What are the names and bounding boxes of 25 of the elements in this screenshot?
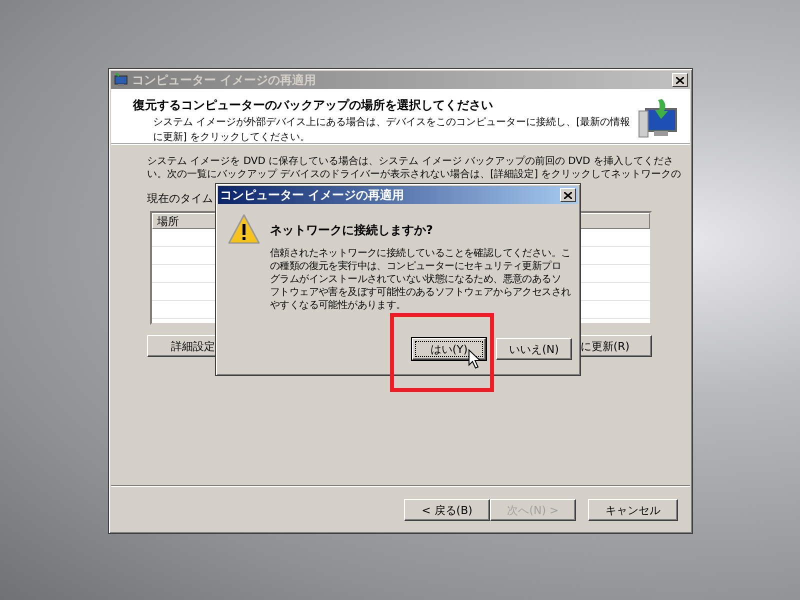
mouse-pointer-icon	[468, 349, 481, 369]
dialog-message: 信頼されたネットワークに接続していることを確認してください。こ	[270, 247, 572, 260]
header-description: システム イメージが外部デバイス上にある場合は、デバイスをこのコンピューターに接続し、[最新の情報	[152, 116, 632, 129]
close-icon	[676, 76, 684, 84]
header-description: に更新] をクリックしてください。	[152, 131, 312, 144]
instruction-text: い。次の一覧にバックアップ デバイスのドライバーが表示されない場合は、[詳細設定] をクリックしてネットワークの	[147, 168, 682, 181]
close-button[interactable]	[672, 73, 688, 87]
close-button[interactable]	[560, 188, 576, 202]
computer-icon	[113, 73, 129, 87]
no-button[interactable]: いいえ(N)	[496, 338, 572, 360]
dialog-title: コンピューター イメージの再適用	[220, 186, 406, 204]
dialog-message: やすくなる可能性があります。	[270, 299, 407, 312]
list-label: 現在のタイム	[147, 191, 213, 206]
instruction-text: システム イメージを DVD に保存している場合は、システム イメージ バックアップの前回の DVD を挿入してくださ	[147, 155, 674, 168]
warning-icon	[228, 214, 260, 244]
window-title: コンピューター イメージの再適用	[132, 72, 318, 88]
dialog-heading: ネットワークに接続しますか?	[270, 222, 434, 239]
back-button[interactable]: < 戻る(B)	[404, 499, 490, 521]
dialog-message: グラムがインストールされていない状態になるため、悪意のあるソ	[270, 273, 562, 286]
dialog-message: フトウェアや害を及ぼす可能性のあるソフトウェアからアクセスされ	[270, 286, 572, 299]
header-heading: 復元するコンピューターのバックアップの場所を選択してください	[133, 97, 494, 114]
dialog-message: の種類の復元を実行中は、コンピューターにセキュリティ更新プロ	[270, 260, 562, 273]
yes-button[interactable]: はい(Y)	[412, 338, 486, 360]
close-icon	[564, 192, 572, 198]
cancel-button[interactable]: キャンセル	[588, 499, 678, 521]
